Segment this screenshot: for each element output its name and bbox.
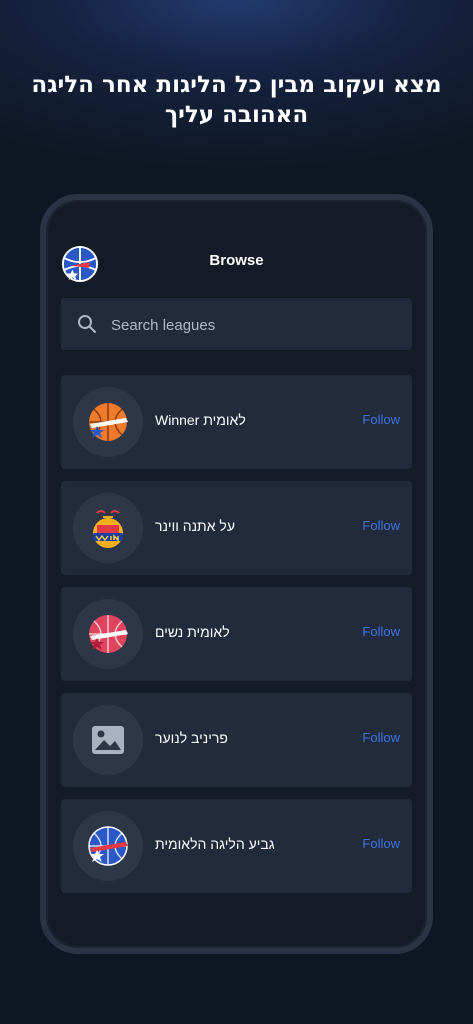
league-name: על אתנה ווינר <box>155 518 235 534</box>
search-input[interactable] <box>109 298 403 352</box>
search-bar[interactable] <box>61 298 412 352</box>
league-card[interactable]: פריניב לנוער Follow <box>61 693 412 787</box>
app-bar: Browse <box>46 240 427 286</box>
league-name: פריניב לנוער <box>155 730 228 746</box>
league-card[interactable]: על אתנה ווינר Follow <box>61 481 412 575</box>
league-name: גביע הליגה הלאומית <box>155 836 275 852</box>
league-name: לאומית נשים <box>155 624 230 640</box>
league-card[interactable]: לאומית Winner Follow <box>61 375 412 469</box>
league-avatar <box>73 705 143 775</box>
winner-logo-icon <box>93 510 123 548</box>
follow-button[interactable]: Follow <box>362 412 400 427</box>
basketball-red-logo-icon <box>89 615 128 653</box>
headline: מצא ועקוב מבין כל הליגות אחר הליגה האהוב… <box>31 72 442 128</box>
league-avatar <box>73 811 143 881</box>
league-list: לאומית Winner Follow על אתנה ווינר Follo… <box>61 375 412 905</box>
image-placeholder-icon <box>92 726 124 754</box>
basketball-blue-logo-icon <box>88 826 128 866</box>
league-avatar <box>73 387 143 457</box>
follow-button[interactable]: Follow <box>362 836 400 851</box>
basketball-orange-logo-icon <box>89 403 128 441</box>
league-avatar <box>73 493 143 563</box>
league-card[interactable]: גביע הליגה הלאומית Follow <box>61 799 412 893</box>
league-card[interactable]: לאומית נשים Follow <box>61 587 412 681</box>
follow-button[interactable]: Follow <box>362 624 400 639</box>
follow-button[interactable]: Follow <box>362 518 400 533</box>
league-avatar <box>73 599 143 669</box>
league-name: לאומית Winner <box>155 412 246 428</box>
screen-title: Browse <box>209 252 264 269</box>
search-icon <box>78 315 96 333</box>
phone-frame: Browse לאומית Winner Follow <box>40 194 433 954</box>
follow-button[interactable]: Follow <box>362 730 400 745</box>
